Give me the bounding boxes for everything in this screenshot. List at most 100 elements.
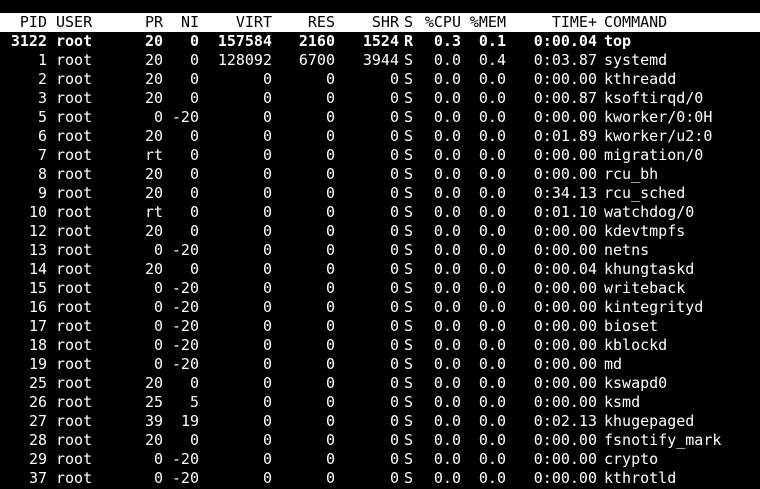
process-virt: 0 (262, 374, 272, 392)
process-state: S (404, 469, 414, 487)
process-row[interactable]: 25 root 20 0 0 0 0 S 0.0 0.0 0:00.00 kswapd0 (0, 374, 760, 393)
process-user: root (56, 127, 93, 145)
process-nice: 0 (189, 32, 199, 50)
process-nice: 0 (189, 184, 199, 202)
process-command: kintegrityd (604, 298, 704, 316)
process-time: 0:00.00 (533, 279, 597, 297)
process-nice: -20 (171, 317, 199, 335)
column-header-bar: PID USER PR NI VIRT RES SHR S %CPU %MEM … (0, 13, 760, 32)
process-row[interactable]: 15 root 0 -20 0 0 0 S 0.0 0.0 0:00.00 writeback (0, 279, 760, 298)
process-priority: 0 (153, 108, 163, 126)
process-row[interactable]: 6 root 20 0 0 0 0 S 0.0 0.0 0:01.89 kworker/u2:0 (0, 127, 760, 146)
process-res: 2160 (298, 32, 335, 50)
process-time: 0:00.00 (533, 146, 597, 164)
process-shr: 0 (389, 336, 399, 354)
process-time: 0:00.00 (533, 108, 597, 126)
process-state: S (404, 298, 414, 316)
process-cpu: 0.0 (433, 336, 461, 354)
process-row[interactable]: 28 root 20 0 0 0 0 S 0.0 0.0 0:00.00 fsnotify_mark (0, 431, 760, 450)
process-user: root (56, 32, 93, 50)
process-user: root (56, 184, 93, 202)
process-mem: 0.0 (478, 165, 506, 183)
process-row[interactable]: 9 root 20 0 0 0 0 S 0.0 0.0 0:34.13 rcu_sched (0, 184, 760, 203)
column-header-cpu: %CPU (424, 13, 461, 31)
terminal-window[interactable]: PID USER PR NI VIRT RES SHR S %CPU %MEM … (0, 0, 760, 489)
process-row[interactable]: 26 root 25 5 0 0 0 S 0.0 0.0 0:00.00 ksmd (0, 393, 760, 412)
process-res: 0 (325, 469, 335, 487)
process-time: 0:00.00 (533, 450, 597, 468)
process-pid: 2 (37, 70, 47, 88)
process-nice: 0 (189, 146, 199, 164)
process-mem: 0.0 (478, 184, 506, 202)
process-res: 0 (325, 393, 335, 411)
process-mem: 0.0 (478, 127, 506, 145)
process-row[interactable]: 17 root 0 -20 0 0 0 S 0.0 0.0 0:00.00 bioset (0, 317, 760, 336)
process-command: crypto (604, 450, 659, 468)
process-user: root (56, 146, 93, 164)
process-time: 0:00.00 (533, 374, 597, 392)
process-priority: 20 (144, 70, 163, 88)
process-pid: 15 (28, 279, 47, 297)
process-nice: 0 (189, 260, 199, 278)
process-time: 0:03.87 (533, 51, 597, 69)
process-res: 0 (325, 412, 335, 430)
process-mem: 0.0 (478, 70, 506, 88)
process-nice: -20 (171, 241, 199, 259)
process-mem: 0.0 (478, 241, 506, 259)
process-pid: 12 (28, 222, 47, 240)
process-time: 0:00.00 (533, 336, 597, 354)
process-user: root (56, 469, 93, 487)
process-command: fsnotify_mark (604, 431, 722, 449)
process-row[interactable]: 27 root 39 19 0 0 0 S 0.0 0.0 0:02.13 khugepaged (0, 412, 760, 431)
process-state: S (404, 317, 414, 335)
process-row[interactable]: 3122 root 20 0 157584 2160 1524 R 0.3 0.1 0:00.04 t… (0, 32, 760, 51)
process-row[interactable]: 12 root 20 0 0 0 0 S 0.0 0.0 0:00.00 kdevtmpfs (0, 222, 760, 241)
process-row[interactable]: 16 root 0 -20 0 0 0 S 0.0 0.0 0:00.00 kintegrityd (0, 298, 760, 317)
process-res: 0 (325, 279, 335, 297)
process-command: md (604, 355, 623, 373)
process-time: 0:00.00 (533, 469, 597, 487)
process-row[interactable]: 2 root 20 0 0 0 0 S 0.0 0.0 0:00.00 kthreadd (0, 70, 760, 89)
process-shr: 0 (389, 279, 399, 297)
process-time: 0:00.87 (533, 89, 597, 107)
process-row[interactable]: 7 root rt 0 0 0 0 S 0.0 0.0 0:00.00 migration/0 (0, 146, 760, 165)
process-shr: 0 (389, 374, 399, 392)
process-cpu: 0.0 (433, 203, 461, 221)
process-row[interactable]: 10 root rt 0 0 0 0 S 0.0 0.0 0:01.10 watchdog/0 (0, 203, 760, 222)
process-mem: 0.0 (478, 108, 506, 126)
process-mem: 0.0 (478, 412, 506, 430)
process-row[interactable]: 29 root 0 -20 0 0 0 S 0.0 0.0 0:00.00 crypto (0, 450, 760, 469)
process-cpu: 0.0 (433, 260, 461, 278)
process-priority: rt (144, 146, 163, 164)
process-pid: 19 (28, 355, 47, 373)
process-row[interactable]: 14 root 20 0 0 0 0 S 0.0 0.0 0:00.04 khungtaskd (0, 260, 760, 279)
process-state: S (404, 89, 414, 107)
process-cpu: 0.0 (433, 279, 461, 297)
column-header-user: USER (56, 13, 93, 31)
process-state: S (404, 355, 414, 373)
process-cpu: 0.0 (433, 222, 461, 240)
process-cpu: 0.0 (433, 317, 461, 335)
process-row[interactable]: 37 root 0 -20 0 0 0 S 0.0 0.0 0:00.00 kthrotld (0, 469, 760, 488)
process-command: rcu_bh (604, 165, 659, 183)
process-pid: 14 (28, 260, 47, 278)
process-row[interactable]: 13 root 0 -20 0 0 0 S 0.0 0.0 0:00.00 netns (0, 241, 760, 260)
process-row[interactable]: 1 root 20 0 128092 6700 3944 S 0.0 0.4 0:03.87 syst… (0, 51, 760, 70)
process-row[interactable]: 18 root 0 -20 0 0 0 S 0.0 0.0 0:00.00 kblockd (0, 336, 760, 355)
process-pid: 9 (37, 184, 47, 202)
process-row[interactable]: 19 root 0 -20 0 0 0 S 0.0 0.0 0:00.00 md (0, 355, 760, 374)
process-user: root (56, 260, 93, 278)
process-priority: 20 (144, 165, 163, 183)
process-user: root (56, 374, 93, 392)
process-state: S (404, 279, 414, 297)
process-mem: 0.0 (478, 298, 506, 316)
process-shr: 0 (389, 412, 399, 430)
process-row[interactable]: 5 root 0 -20 0 0 0 S 0.0 0.0 0:00.00 kworker/0:0H (0, 108, 760, 127)
process-virt: 0 (262, 70, 272, 88)
process-shr: 0 (389, 127, 399, 145)
process-row[interactable]: 3 root 20 0 0 0 0 S 0.0 0.0 0:00.87 ksoftirqd/0 (0, 89, 760, 108)
process-row[interactable]: 8 root 20 0 0 0 0 S 0.0 0.0 0:00.00 rcu_bh (0, 165, 760, 184)
process-pid: 8 (37, 165, 47, 183)
process-command: writeback (604, 279, 686, 297)
process-user: root (56, 51, 93, 69)
